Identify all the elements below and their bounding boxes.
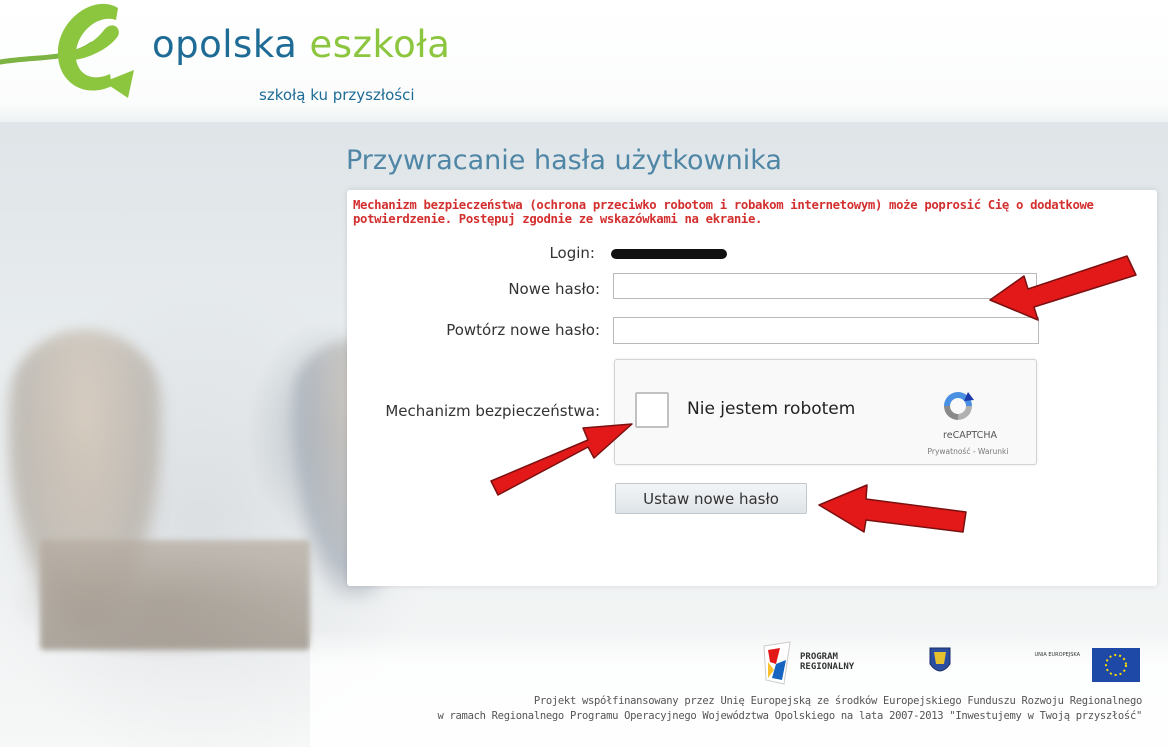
brand-name-part1: opolska	[152, 23, 310, 66]
repeat-password-label: Powtórz nowe hasło:	[446, 321, 600, 339]
security-notice: Mechanizm bezpieczeństwa (ochrona przeci…	[353, 198, 1094, 226]
page-title: Przywracanie hasła użytkownika	[346, 145, 782, 176]
recaptcha-brand: reCAPTCHA	[943, 430, 997, 441]
new-password-label: Nowe hasło:	[508, 280, 600, 298]
recaptcha-widget: Nie jestem robotem reCAPTCHA Prywatność …	[614, 359, 1037, 465]
brand-name: opolska eszkoła	[152, 23, 450, 66]
program-logo-line2: REGIONALNY	[800, 662, 855, 672]
recaptcha-checkbox[interactable]	[635, 392, 669, 428]
footer-text: Projekt współfinansowany przez Unię Euro…	[262, 694, 1142, 724]
eu-logo-text: UNIA EUROPEJSKA	[1034, 652, 1080, 658]
repeat-password-input[interactable]	[613, 317, 1039, 344]
brand-tagline: szkołą ku przyszłości	[259, 86, 415, 104]
background-laptop	[40, 540, 310, 650]
program-regionalny-logo-icon	[763, 641, 791, 685]
program-logo-line1: PROGRAM	[800, 652, 838, 662]
login-value-redacted	[611, 249, 727, 259]
footer-line-1: Projekt współfinansowany przez Unię Euro…	[533, 695, 1142, 707]
recaptcha-privacy-terms-links[interactable]: Prywatność - Warunki	[907, 447, 1029, 456]
eszkola-logo-icon[interactable]	[0, 0, 150, 110]
site-header: opolska eszkoła szkołą ku przyszłości	[0, 0, 1168, 122]
footer-line-2: w ramach Regionalnego Programu Operacyjn…	[437, 710, 1142, 722]
recaptcha-label: Nie jestem robotem	[687, 399, 856, 419]
program-regionalny-text: PROGRAM REGIONALNY	[800, 652, 854, 672]
opolskie-coat-of-arms-icon	[929, 647, 951, 672]
set-new-password-button[interactable]: Ustaw nowe hasło	[615, 483, 807, 514]
eu-flag-icon	[1092, 648, 1140, 682]
security-mechanism-label: Mechanizm bezpieczeństwa:	[385, 402, 600, 420]
recaptcha-logo-icon	[944, 392, 974, 420]
login-label: Login:	[549, 244, 595, 262]
brand-name-part2: eszkoła	[309, 23, 451, 66]
new-password-input[interactable]	[613, 273, 1037, 299]
